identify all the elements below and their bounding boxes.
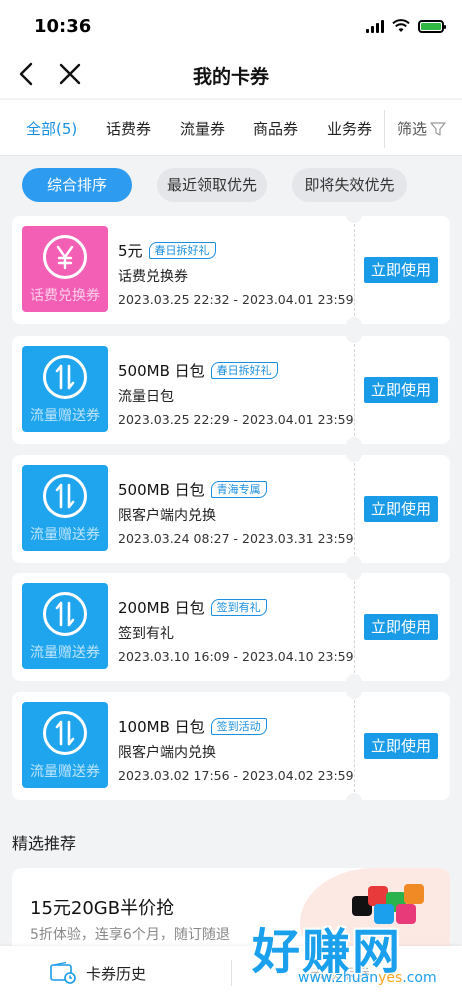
coupon-date: 2023.03.24 08:27 - 2023.03.31 23:59 <box>118 531 354 546</box>
sort-row: 综合排序 最近领取优先 即将失效优先 <box>0 156 462 214</box>
coupon-type-label: 流量赠送券 <box>30 764 100 780</box>
coupon-type-label: 流量赠送券 <box>30 408 100 424</box>
wifi-icon <box>392 19 410 32</box>
coupon-desc: 流量日包 <box>118 389 174 405</box>
sort-expiring[interactable]: 即将失效优先 <box>292 168 407 202</box>
bottom-divider <box>231 960 232 986</box>
promo-desc: 5折体验，连享6个月，随订随退 <box>30 927 230 943</box>
coupon-card: 流量赠送券 500MB 日包 青海专属 限客户端内兑换 2023.03.24 08… <box>12 454 450 564</box>
section-title: 精选推荐 <box>12 834 77 853</box>
nav-bar: 我的卡券 <box>0 50 462 98</box>
coupon-history-button[interactable]: 卡券历史 <box>50 962 146 984</box>
coupon-date: 2023.03.25 22:32 - 2023.04.01 23:59 <box>118 292 354 307</box>
use-now-button[interactable]: 立即使用 <box>364 614 438 640</box>
coupon-date: 2023.03.02 17:56 - 2023.04.02 23:59 <box>118 768 354 783</box>
tab-phone-credit[interactable]: 话费券 <box>106 118 151 139</box>
coupon-tag: 春日拆好礼 <box>148 242 216 259</box>
coupon-desc: 签到有礼 <box>118 626 174 642</box>
status-bar: 10:36 <box>0 0 462 50</box>
coupon-date: 2023.03.10 16:09 - 2023.04.10 23:59 <box>118 649 354 664</box>
coupon-tag: 签到有礼 <box>210 599 267 616</box>
promo-title: 15元20GB半价抢 <box>30 898 175 919</box>
use-now-button[interactable]: 立即使用 <box>364 377 438 403</box>
category-tabs: 全部(5) 话费券 流量券 商品券 业务券 筛选 <box>0 100 462 156</box>
tab-business[interactable]: 业务券 <box>327 118 372 139</box>
coupon-type-label: 话费兑换券 <box>30 288 100 304</box>
coupon-desc: 话费兑换券 <box>118 269 188 285</box>
tab-divider <box>384 110 385 148</box>
bottom-bar: 卡券历史 去领卡券 <box>0 946 462 1000</box>
coupon-card: 流量赠送券 500MB 日包 春日拆好礼 流量日包 2023.03.25 22:2… <box>12 335 450 445</box>
data-transfer-icon <box>43 474 87 518</box>
signal-icon <box>366 19 384 33</box>
coupon-type-label: 流量赠送券 <box>30 645 100 661</box>
coupon-card: 流量赠送券 100MB 日包 签到活动 限客户端内兑换 2023.03.02 17… <box>12 691 450 801</box>
tab-data[interactable]: 流量券 <box>180 118 225 139</box>
coupon-title: 200MB 日包 签到有礼 <box>118 597 267 618</box>
coupon-tag: 签到活动 <box>210 718 267 735</box>
coupon-desc: 限客户端内兑换 <box>118 508 216 524</box>
coupon-date: 2023.03.25 22:29 - 2023.04.01 23:59 <box>118 412 354 427</box>
status-time: 10:36 <box>34 16 92 37</box>
coupon-tag: 春日拆好礼 <box>210 362 278 379</box>
app-icons-illustration <box>350 882 428 924</box>
coupon-title: 100MB 日包 签到活动 <box>118 716 267 737</box>
get-coupons-button[interactable]: 去领卡券 <box>310 962 370 983</box>
use-now-button[interactable]: 立即使用 <box>364 496 438 522</box>
filter-button[interactable]: 筛选 <box>397 118 446 139</box>
back-icon[interactable] <box>14 60 42 88</box>
close-icon[interactable] <box>56 60 84 88</box>
coupon-card: 流量赠送券 200MB 日包 签到有礼 签到有礼 2023.03.10 16:09… <box>12 572 450 682</box>
sort-comprehensive[interactable]: 综合排序 <box>22 168 132 202</box>
coupon-card: 话费兑换券 5元 春日拆好礼 话费兑换券 2023.03.25 22:32 - 2… <box>12 215 450 325</box>
coupon-icon-box: 流量赠送券 <box>22 346 108 432</box>
tab-all[interactable]: 全部(5) <box>26 118 77 139</box>
data-transfer-icon <box>43 355 87 399</box>
data-transfer-icon <box>43 711 87 755</box>
use-now-button[interactable]: 立即使用 <box>364 257 438 283</box>
data-transfer-icon <box>43 592 87 636</box>
coupon-title: 500MB 日包 春日拆好礼 <box>118 360 278 381</box>
status-icons <box>366 19 446 33</box>
filter-label: 筛选 <box>397 120 428 138</box>
battery-icon <box>418 19 446 33</box>
sort-recent[interactable]: 最近领取优先 <box>157 168 267 202</box>
tab-goods[interactable]: 商品券 <box>253 118 298 139</box>
coupon-title: 5元 春日拆好礼 <box>118 240 216 261</box>
coupon-history-label: 卡券历史 <box>86 964 147 983</box>
coupon-desc: 限客户端内兑换 <box>118 745 216 761</box>
coupon-icon-box: 话费兑换券 <box>22 226 108 312</box>
coupon-type-label: 流量赠送券 <box>30 527 100 543</box>
use-now-button[interactable]: 立即使用 <box>364 733 438 759</box>
coupon-icon-box: 流量赠送券 <box>22 702 108 788</box>
wallet-clock-icon <box>50 962 76 984</box>
coupon-icon-box: 流量赠送券 <box>22 465 108 551</box>
yen-icon <box>43 235 87 279</box>
coupon-tag: 青海专属 <box>210 481 267 498</box>
coupon-title: 500MB 日包 青海专属 <box>118 479 267 500</box>
filter-icon <box>430 121 446 136</box>
coupon-icon-box: 流量赠送券 <box>22 583 108 669</box>
